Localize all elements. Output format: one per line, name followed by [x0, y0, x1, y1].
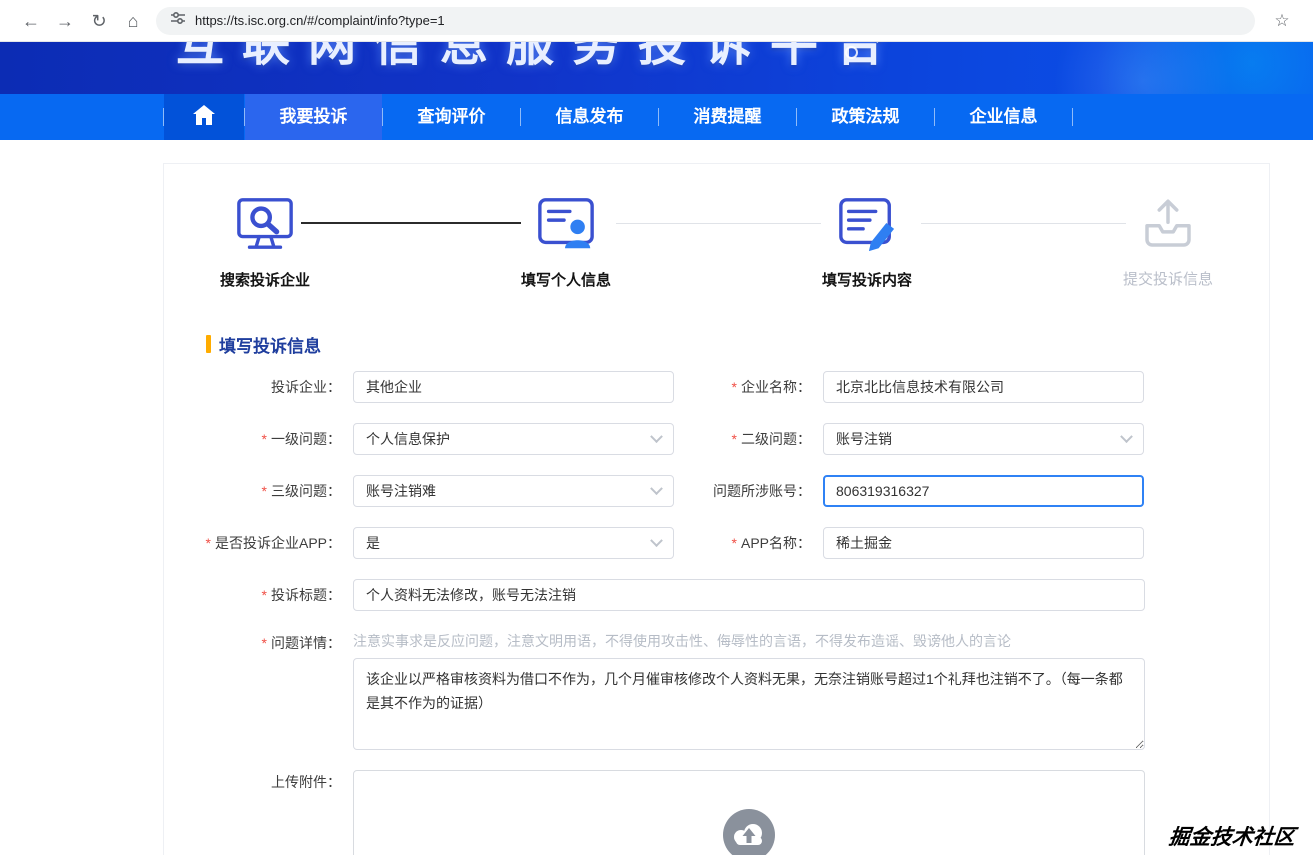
complaint-content-icon: [836, 194, 898, 254]
chevron-down-icon: [650, 482, 663, 495]
complaint-form: 投诉企业： * 企业名称： * 一级问题： 个人信息保护: [193, 371, 1269, 855]
section-heading: 填写投诉信息: [206, 334, 1269, 354]
form-row: 上传附件：: [193, 770, 1269, 855]
watermark: 掘金技术社区: [1167, 821, 1296, 851]
complaint-title-label: * 投诉标题：: [193, 579, 353, 611]
is-app-complaint-label: * 是否投诉企业APP：: [193, 527, 353, 559]
url-text: https://ts.isc.org.cn/#/complaint/info?t…: [195, 13, 445, 28]
form-row: * 投诉标题：: [193, 579, 1269, 611]
step-personal-info: 填写个人信息: [505, 194, 627, 289]
step-label: 填写投诉内容: [822, 269, 912, 290]
bookmark-star-icon[interactable]: ☆: [1265, 6, 1299, 36]
chevron-down-icon: [1120, 430, 1133, 443]
complaint-title-input[interactable]: [353, 579, 1145, 611]
company-name-label: * 企业名称：: [674, 371, 823, 403]
issue-detail-group: 注意实事求是反应问题，注意文明用语，不得使用攻击性、侮辱性的言语，不得发布造谣、…: [353, 631, 1145, 750]
submit-upload-icon: [1140, 194, 1196, 253]
is-app-complaint-select[interactable]: 是: [353, 527, 674, 559]
banner-badge-circle: [845, 46, 858, 59]
content-card: 搜索投诉企业 填写个人信息: [163, 163, 1270, 855]
search-company-icon: [234, 194, 296, 254]
step-submit: 提交投诉信息: [1107, 194, 1229, 289]
form-row: * 问题详情： 注意实事求是反应问题，注意文明用语，不得使用攻击性、侮辱性的言语…: [193, 631, 1269, 750]
address-bar[interactable]: https://ts.isc.org.cn/#/complaint/info?t…: [156, 7, 1255, 35]
chevron-down-icon: [650, 430, 663, 443]
form-row: * 三级问题： 账号注销难 问题所涉账号：: [193, 475, 1269, 507]
upload-dropzone[interactable]: [353, 770, 1145, 855]
stepper-line-1: [301, 222, 521, 224]
nav-item-query-review[interactable]: 查询评价: [383, 94, 520, 140]
chevron-down-icon: [650, 534, 663, 547]
reload-icon[interactable]: ↻: [82, 6, 116, 36]
issue-detail-label: * 问题详情：: [193, 631, 353, 652]
site-banner: 互联网信息服务投诉平台: [0, 42, 1313, 94]
issue-level3-label: * 三级问题：: [193, 475, 353, 507]
issue-level3-select[interactable]: 账号注销难: [353, 475, 674, 507]
nav-item-enterprise-info[interactable]: 企业信息: [935, 94, 1072, 140]
stepper: 搜索投诉企业 填写个人信息: [164, 164, 1269, 289]
nav-separator: [1072, 108, 1073, 126]
forward-icon[interactable]: →: [48, 6, 82, 36]
cloud-upload-icon: [723, 809, 775, 855]
company-type-label: 投诉企业：: [193, 371, 353, 403]
banner-decoration: [973, 42, 1313, 94]
back-icon[interactable]: ←: [14, 6, 48, 36]
company-name-input[interactable]: [823, 371, 1144, 403]
home-icon: [192, 104, 216, 131]
form-row: * 是否投诉企业APP： 是 * APP名称：: [193, 527, 1269, 559]
page: ← → ↻ ⌂ https://ts.isc.org.cn/#/complain…: [0, 0, 1313, 855]
main-nav: 我要投诉 查询评价 信息发布 消费提醒 政策法规 企业信息: [0, 94, 1313, 140]
nav-home-tab[interactable]: [164, 94, 244, 140]
site-settings-icon[interactable]: [170, 10, 186, 31]
nav-item-complaint[interactable]: 我要投诉: [245, 94, 382, 140]
form-row: 投诉企业： * 企业名称：: [193, 371, 1269, 403]
attachment-label: 上传附件：: [193, 770, 353, 791]
issue-level2-select[interactable]: 账号注销: [823, 423, 1144, 455]
personal-info-icon: [535, 194, 597, 254]
nav-item-info-release[interactable]: 信息发布: [521, 94, 658, 140]
section-title: 填写投诉信息: [219, 332, 321, 357]
issue-level1-label: * 一级问题：: [193, 423, 353, 455]
step-label: 填写个人信息: [521, 269, 611, 290]
step-label: 提交投诉信息: [1123, 268, 1213, 289]
issue-detail-textarea[interactable]: 该企业以严格审核资料为借口不作为，几个月催审核修改个人资料无果，无奈注销账号超过…: [353, 658, 1145, 750]
site-title: 互联网信息服务投诉平台: [176, 42, 902, 69]
stepper-line-3: [921, 223, 1126, 224]
form-row: * 一级问题： 个人信息保护 * 二级问题： 账号注销: [193, 423, 1269, 455]
section-accent-bar: [206, 335, 211, 353]
nav-item-consumer-alert[interactable]: 消费提醒: [659, 94, 796, 140]
browser-chrome: ← → ↻ ⌂ https://ts.isc.org.cn/#/complain…: [0, 0, 1313, 42]
nav-item-policy[interactable]: 政策法规: [797, 94, 934, 140]
issue-level1-select[interactable]: 个人信息保护: [353, 423, 674, 455]
issue-detail-hint: 注意实事求是反应问题，注意文明用语，不得使用攻击性、侮辱性的言语，不得发布造谣、…: [353, 631, 1145, 652]
app-name-label: * APP名称：: [674, 527, 823, 559]
involved-account-input[interactable]: [823, 475, 1144, 507]
step-complaint-content: 填写投诉内容: [806, 194, 928, 289]
stepper-line-2: [616, 223, 821, 224]
involved-account-label: 问题所涉账号：: [674, 475, 823, 507]
step-search-company: 搜索投诉企业: [204, 194, 326, 289]
app-name-input[interactable]: [823, 527, 1144, 559]
company-type-input[interactable]: [353, 371, 674, 403]
step-label: 搜索投诉企业: [220, 269, 310, 290]
issue-level2-label: * 二级问题：: [674, 423, 823, 455]
browser-home-icon[interactable]: ⌂: [116, 6, 150, 36]
